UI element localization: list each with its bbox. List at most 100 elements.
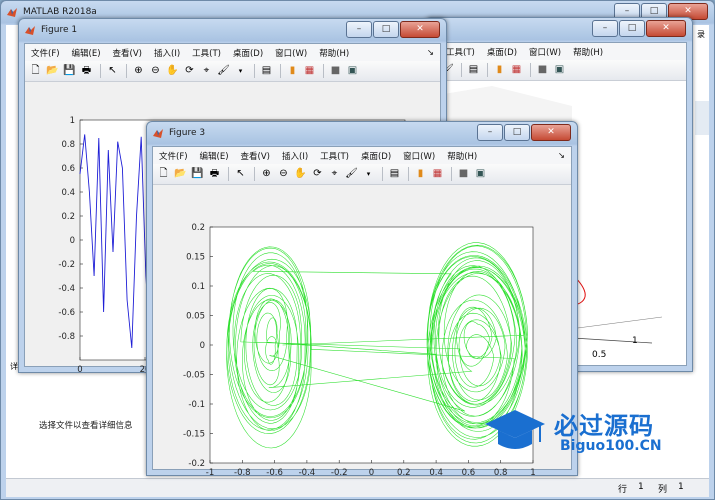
zoom-out-icon[interactable]: ⊖ bbox=[276, 167, 291, 182]
menu-tools[interactable]: 工具(T) bbox=[186, 47, 227, 59]
figure3-title: Figure 3 bbox=[169, 128, 206, 138]
toolbar-separator bbox=[254, 64, 255, 78]
dock-arrow-icon[interactable]: ↘ bbox=[421, 48, 440, 58]
data-cursor-icon[interactable]: ⌖ bbox=[327, 167, 342, 182]
figure3-title-bar[interactable]: Figure 3 – □ ✕ bbox=[147, 122, 577, 146]
figure1-y-tick-label: 0.6 bbox=[61, 164, 75, 174]
toolbar-separator bbox=[487, 63, 488, 77]
show-plot-tools-icon[interactable]: ▣ bbox=[552, 63, 567, 78]
show-plot-tools-icon[interactable]: ▣ bbox=[345, 64, 360, 79]
figure-back-title-bar[interactable]: – □ ✕ bbox=[426, 18, 692, 42]
brush-dropdown-icon[interactable]: ▾ bbox=[361, 167, 376, 182]
brush-dropdown-icon[interactable]: ▾ bbox=[233, 64, 248, 79]
new-figure-icon[interactable]: 🗋 bbox=[28, 64, 43, 79]
figure3-maximize-button[interactable]: □ bbox=[504, 124, 530, 141]
figure3-y-tick-label: 0.15 bbox=[186, 253, 205, 263]
save-icon[interactable]: 💾 bbox=[62, 64, 77, 79]
figure1-y-tick-label: -0.2 bbox=[58, 260, 75, 270]
figure3-x-tick-label: -0.2 bbox=[331, 468, 348, 475]
hide-plot-tools-icon[interactable]: ■ bbox=[456, 167, 471, 182]
col-value: 1 bbox=[678, 482, 684, 492]
rotate-3d-icon[interactable]: ⟳ bbox=[310, 167, 325, 182]
colorbar-icon[interactable]: ▮ bbox=[413, 167, 428, 182]
figure1-y-tick-label: -0.6 bbox=[58, 308, 75, 318]
figure3-x-tick-label: 0.6 bbox=[462, 468, 476, 475]
figure3-y-tick-label: -0.05 bbox=[183, 371, 205, 381]
figure1-title-bar[interactable]: Figure 1 – □ ✕ bbox=[19, 19, 446, 43]
toolbar-separator bbox=[530, 63, 531, 77]
link-plot-icon[interactable]: ▤ bbox=[387, 167, 402, 182]
zoom-in-icon[interactable]: ⊕ bbox=[259, 167, 274, 182]
figure3-minimize-button[interactable]: – bbox=[477, 124, 503, 141]
matlab-logo-icon bbox=[153, 129, 163, 138]
menu-desktop[interactable]: 桌面(D) bbox=[227, 47, 269, 59]
brush-icon[interactable]: 🖌 bbox=[344, 167, 359, 182]
open-file-icon[interactable]: 📂 bbox=[173, 167, 188, 182]
legend-icon[interactable]: ▦ bbox=[430, 167, 445, 182]
menu-desktop[interactable]: 桌面(D) bbox=[355, 150, 397, 162]
pan-icon[interactable]: ✋ bbox=[293, 167, 308, 182]
toolbar-separator bbox=[126, 64, 127, 78]
legend-icon[interactable]: ▦ bbox=[302, 64, 317, 79]
figure1-maximize-button[interactable]: □ bbox=[373, 21, 399, 38]
figure-back-maximize-button[interactable]: □ bbox=[619, 20, 645, 37]
menu-file[interactable]: 文件(F) bbox=[25, 47, 66, 59]
data-cursor-icon[interactable]: ⌖ bbox=[199, 64, 214, 79]
menu-edit[interactable]: 编辑(E) bbox=[66, 47, 107, 59]
figure3-y-tick-label: 0.05 bbox=[186, 312, 205, 322]
open-file-icon[interactable]: 📂 bbox=[45, 64, 60, 79]
rotate-3d-icon[interactable]: ⟳ bbox=[182, 64, 197, 79]
print-preview-icon[interactable]: ▤ bbox=[466, 63, 481, 78]
figure3-x-tick-label: -0.4 bbox=[299, 468, 316, 475]
new-figure-icon[interactable]: 🗋 bbox=[156, 167, 171, 182]
figure1-y-tick-label: 0 bbox=[70, 236, 75, 246]
file-details-message: 选择文件以查看详细信息 bbox=[39, 421, 133, 431]
figure3-menubar: 文件(F) 编辑(E) 查看(V) 插入(I) 工具(T) 桌面(D) 窗口(W… bbox=[153, 147, 571, 164]
figure3-close-button[interactable]: ✕ bbox=[531, 124, 571, 141]
figure3-y-tick-label: 0.2 bbox=[191, 223, 205, 233]
zoom-in-icon[interactable]: ⊕ bbox=[131, 64, 146, 79]
figure3-x-tick-label: -0.6 bbox=[266, 468, 283, 475]
print-icon[interactable]: 🖶 bbox=[79, 64, 94, 79]
figure1-y-tick-label: 0.8 bbox=[61, 140, 75, 150]
hide-plot-tools-icon[interactable]: ■ bbox=[328, 64, 343, 79]
figure1-minimize-button[interactable]: – bbox=[346, 21, 372, 38]
edit-plot-icon[interactable]: ↖ bbox=[105, 64, 120, 79]
menu-window[interactable]: 窗口(W) bbox=[523, 46, 567, 58]
menu-window[interactable]: 窗口(W) bbox=[269, 47, 313, 59]
brush-icon[interactable]: 🖌 bbox=[216, 64, 231, 79]
menu-view[interactable]: 查看(V) bbox=[107, 47, 148, 59]
figure-back-close-button[interactable]: ✕ bbox=[646, 20, 686, 37]
figure1-y-tick-label: 0.2 bbox=[61, 212, 75, 222]
menu-insert[interactable]: 插入(I) bbox=[276, 150, 314, 162]
figure1-close-button[interactable]: ✕ bbox=[400, 21, 440, 38]
figure3-y-tick-label: -0.1 bbox=[188, 400, 205, 410]
print-icon[interactable]: 🖶 bbox=[207, 167, 222, 182]
link-plot-icon[interactable]: ▤ bbox=[259, 64, 274, 79]
menu-help[interactable]: 帮助(H) bbox=[313, 47, 355, 59]
figure-back-toolbar: 🖌 ▤ ▮ ▦ ■ ▣ bbox=[432, 60, 686, 81]
menu-edit[interactable]: 编辑(E) bbox=[194, 150, 235, 162]
hide-plot-tools-icon[interactable]: ■ bbox=[535, 63, 550, 78]
show-plot-tools-icon[interactable]: ▣ bbox=[473, 167, 488, 182]
menu-file[interactable]: 文件(F) bbox=[153, 150, 194, 162]
menu-help[interactable]: 帮助(H) bbox=[567, 46, 609, 58]
matlab-logo-icon bbox=[25, 26, 35, 35]
figure3-x-tick-label: 0.4 bbox=[429, 468, 443, 475]
menu-help[interactable]: 帮助(H) bbox=[441, 150, 483, 162]
colorbar-icon[interactable]: ▮ bbox=[492, 63, 507, 78]
pan-icon[interactable]: ✋ bbox=[165, 64, 180, 79]
menu-tools[interactable]: 工具(T) bbox=[314, 150, 355, 162]
colorbar-icon[interactable]: ▮ bbox=[285, 64, 300, 79]
edit-plot-icon[interactable]: ↖ bbox=[233, 167, 248, 182]
menu-insert[interactable]: 插入(I) bbox=[148, 47, 186, 59]
menu-desktop[interactable]: 桌面(D) bbox=[481, 46, 523, 58]
legend-icon[interactable]: ▦ bbox=[509, 63, 524, 78]
menu-window[interactable]: 窗口(W) bbox=[397, 150, 441, 162]
figure3-y-tick-label: -0.15 bbox=[183, 430, 205, 440]
menu-view[interactable]: 查看(V) bbox=[235, 150, 276, 162]
dock-arrow-icon[interactable]: ↘ bbox=[552, 151, 571, 161]
zoom-out-icon[interactable]: ⊖ bbox=[148, 64, 163, 79]
save-icon[interactable]: 💾 bbox=[190, 167, 205, 182]
figure-back-minimize-button[interactable]: – bbox=[592, 20, 618, 37]
